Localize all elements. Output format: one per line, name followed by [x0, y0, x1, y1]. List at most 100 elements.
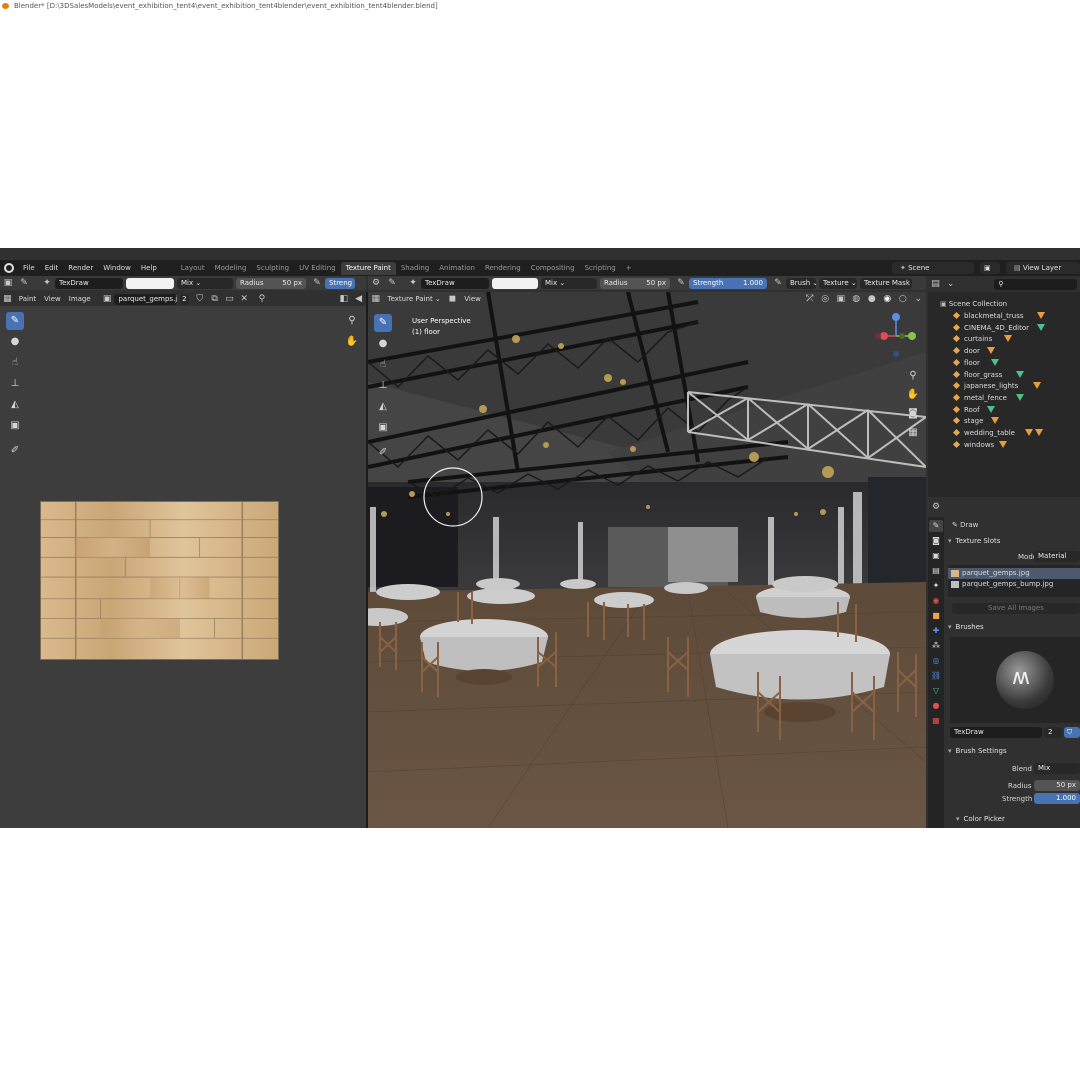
- radius-slider[interactable]: Radius 50 px: [236, 277, 306, 289]
- scene-selector[interactable]: ✦ Scene: [892, 262, 974, 274]
- menu-window[interactable]: Window: [98, 260, 136, 276]
- mask-toggle-icon[interactable]: ◼: [448, 294, 458, 304]
- outliner-item[interactable]: blackmetal_truss: [928, 310, 1080, 322]
- menu-file[interactable]: File: [18, 260, 40, 276]
- outliner-item[interactable]: wedding_table: [928, 427, 1080, 439]
- outliner-item[interactable]: stage: [928, 415, 1080, 427]
- outliner-item[interactable]: japanese_lights: [928, 380, 1080, 392]
- mask-tool-icon[interactable]: ▣: [374, 419, 392, 437]
- tab-output-icon[interactable]: ▣: [929, 550, 943, 562]
- brush-menu[interactable]: Brush ⌄: [786, 277, 816, 289]
- menu-edit[interactable]: Edit: [40, 260, 64, 276]
- outliner-item[interactable]: metal_fence: [928, 392, 1080, 404]
- tab-data-icon[interactable]: ▽: [929, 685, 943, 697]
- material-icon[interactable]: [1016, 393, 1025, 401]
- tab-render-icon[interactable]: ◙: [929, 535, 943, 547]
- texture-slot-item[interactable]: parquet_gemps.jpg: [948, 568, 1080, 579]
- brush-preview[interactable]: ʍ: [950, 637, 1080, 723]
- tab-texture-paint[interactable]: Texture Paint: [340, 262, 396, 275]
- outliner-search-input[interactable]: ⚲: [994, 278, 1078, 290]
- annotate-tool-icon[interactable]: ✐: [374, 444, 392, 462]
- mesh-data-icon[interactable]: [1024, 429, 1033, 436]
- tab-layout[interactable]: Layout: [176, 262, 210, 275]
- tab-constraints-icon[interactable]: ⛓: [929, 670, 943, 682]
- material-icon[interactable]: [1037, 323, 1046, 331]
- parquet-texture-image[interactable]: [40, 501, 279, 660]
- brush-fake-user-icon[interactable]: ⛉: [1064, 727, 1080, 738]
- mode-dropdown[interactable]: Texture Paint ⌄: [384, 295, 445, 303]
- fake-user-icon[interactable]: ⛉: [195, 294, 204, 304]
- navigation-gizmo[interactable]: [872, 312, 920, 362]
- zoom-icon[interactable]: ⚲: [904, 368, 922, 384]
- fill-tool-icon[interactable]: ◭: [374, 398, 392, 416]
- material-icon[interactable]: [991, 358, 999, 366]
- viewport-brush-color-swatch[interactable]: [492, 277, 538, 289]
- unlink-image-icon[interactable]: ✕: [240, 294, 249, 304]
- material-icon[interactable]: [986, 405, 995, 413]
- brushes-panel-header[interactable]: Brushes: [948, 621, 984, 634]
- clone-tool-icon[interactable]: ⊥: [374, 377, 392, 395]
- menu-view[interactable]: View: [40, 295, 65, 303]
- outliner-item[interactable]: floor_grass: [928, 369, 1080, 381]
- mesh-data-icon[interactable]: [1003, 335, 1012, 343]
- shading-rendered-icon[interactable]: ○: [898, 294, 908, 304]
- shading-wireframe-icon[interactable]: ◍: [851, 294, 861, 304]
- new-scene-button[interactable]: ▣: [980, 262, 1000, 274]
- brush-settings-panel-header[interactable]: Brush Settings: [948, 745, 1007, 758]
- brush-name-field[interactable]: TexDraw: [55, 277, 123, 289]
- color-picker-panel-header[interactable]: Color Picker: [956, 813, 1005, 826]
- strength-field[interactable]: 1.000: [1034, 793, 1080, 804]
- texture-slots-panel-header[interactable]: Texture Slots: [948, 535, 1001, 548]
- mode-dropdown[interactable]: Material: [1034, 551, 1080, 562]
- display-mode-icon[interactable]: ⌄: [946, 279, 955, 289]
- soften-tool-icon[interactable]: ●: [6, 333, 24, 351]
- tab-scripting[interactable]: Scripting: [580, 262, 621, 275]
- pin-icon[interactable]: ⚲: [258, 294, 267, 304]
- open-image-icon[interactable]: ▭: [225, 294, 234, 304]
- image-name-field[interactable]: parquet_gemps.jpg: [114, 293, 178, 305]
- 3d-viewport[interactable]: ✎ ● ☝ ⊥ ◭ ▣ ✐ User Perspective (1) floor: [368, 292, 926, 828]
- brush-name-field[interactable]: TexDraw: [950, 727, 1042, 738]
- menu-image[interactable]: Image: [65, 295, 95, 303]
- overlay-icon[interactable]: ◎: [820, 294, 830, 304]
- outliner-item[interactable]: windows: [928, 439, 1080, 451]
- tab-texture-icon[interactable]: ▦: [929, 715, 943, 727]
- editor-type-icon[interactable]: ⚙: [371, 278, 381, 288]
- blend-dropdown[interactable]: Mix: [1034, 763, 1080, 774]
- mesh-data-icon[interactable]: [991, 417, 999, 425]
- draw-tool-icon[interactable]: ✎: [374, 314, 392, 332]
- strength-slider[interactable]: Streng: [325, 277, 355, 289]
- pressure-icon[interactable]: ✎: [312, 278, 322, 288]
- pan-hand-icon[interactable]: ✋: [904, 387, 922, 403]
- viewport-radius-slider[interactable]: Radius 50 px: [600, 277, 670, 289]
- outliner-item[interactable]: floor: [928, 357, 1080, 369]
- tab-shading[interactable]: Shading: [396, 262, 434, 275]
- gizmo-toggle-icon[interactable]: ⤱: [805, 294, 815, 304]
- tab-physics-icon[interactable]: ◎: [929, 655, 943, 667]
- properties-type-icon[interactable]: ⚙: [931, 502, 941, 512]
- add-workspace-button[interactable]: +: [621, 262, 637, 275]
- image-browse-icon[interactable]: ▣: [103, 294, 112, 304]
- editor-type-icon[interactable]: ▤: [931, 279, 940, 289]
- mesh-data-icon[interactable]: [999, 440, 1008, 448]
- camera-icon[interactable]: ◙: [904, 406, 922, 422]
- sidebar-toggle-icon[interactable]: ◀: [354, 294, 363, 304]
- tab-view-layer-icon[interactable]: ▤: [929, 565, 943, 577]
- outliner-item[interactable]: CINEMA_4D_Editor: [928, 322, 1080, 334]
- pan-hand-icon[interactable]: ✋: [343, 333, 361, 351]
- tab-modifiers-icon[interactable]: ✚: [929, 625, 943, 637]
- tab-world-icon[interactable]: ◉: [929, 595, 943, 607]
- tab-uv-editing[interactable]: UV Editing: [294, 262, 341, 275]
- texture-menu[interactable]: Texture ⌄: [819, 277, 857, 289]
- annotate-tool-icon[interactable]: ✐: [6, 442, 24, 460]
- editor-type-icon[interactable]: ▣: [3, 278, 13, 288]
- mesh-data-icon[interactable]: [1037, 312, 1046, 319]
- fill-tool-icon[interactable]: ◭: [6, 396, 24, 414]
- viewport-blend-mode-dropdown[interactable]: Mix ⌄: [541, 277, 597, 289]
- display-channels-icon[interactable]: ◧: [339, 294, 348, 304]
- texture-mask-menu[interactable]: Texture Mask ⌄: [860, 277, 912, 289]
- radius-field[interactable]: 50 px: [1034, 780, 1080, 791]
- new-image-icon[interactable]: ⧉: [210, 294, 219, 304]
- clone-tool-icon[interactable]: ⊥: [6, 375, 24, 393]
- menu-render[interactable]: Render: [63, 260, 98, 276]
